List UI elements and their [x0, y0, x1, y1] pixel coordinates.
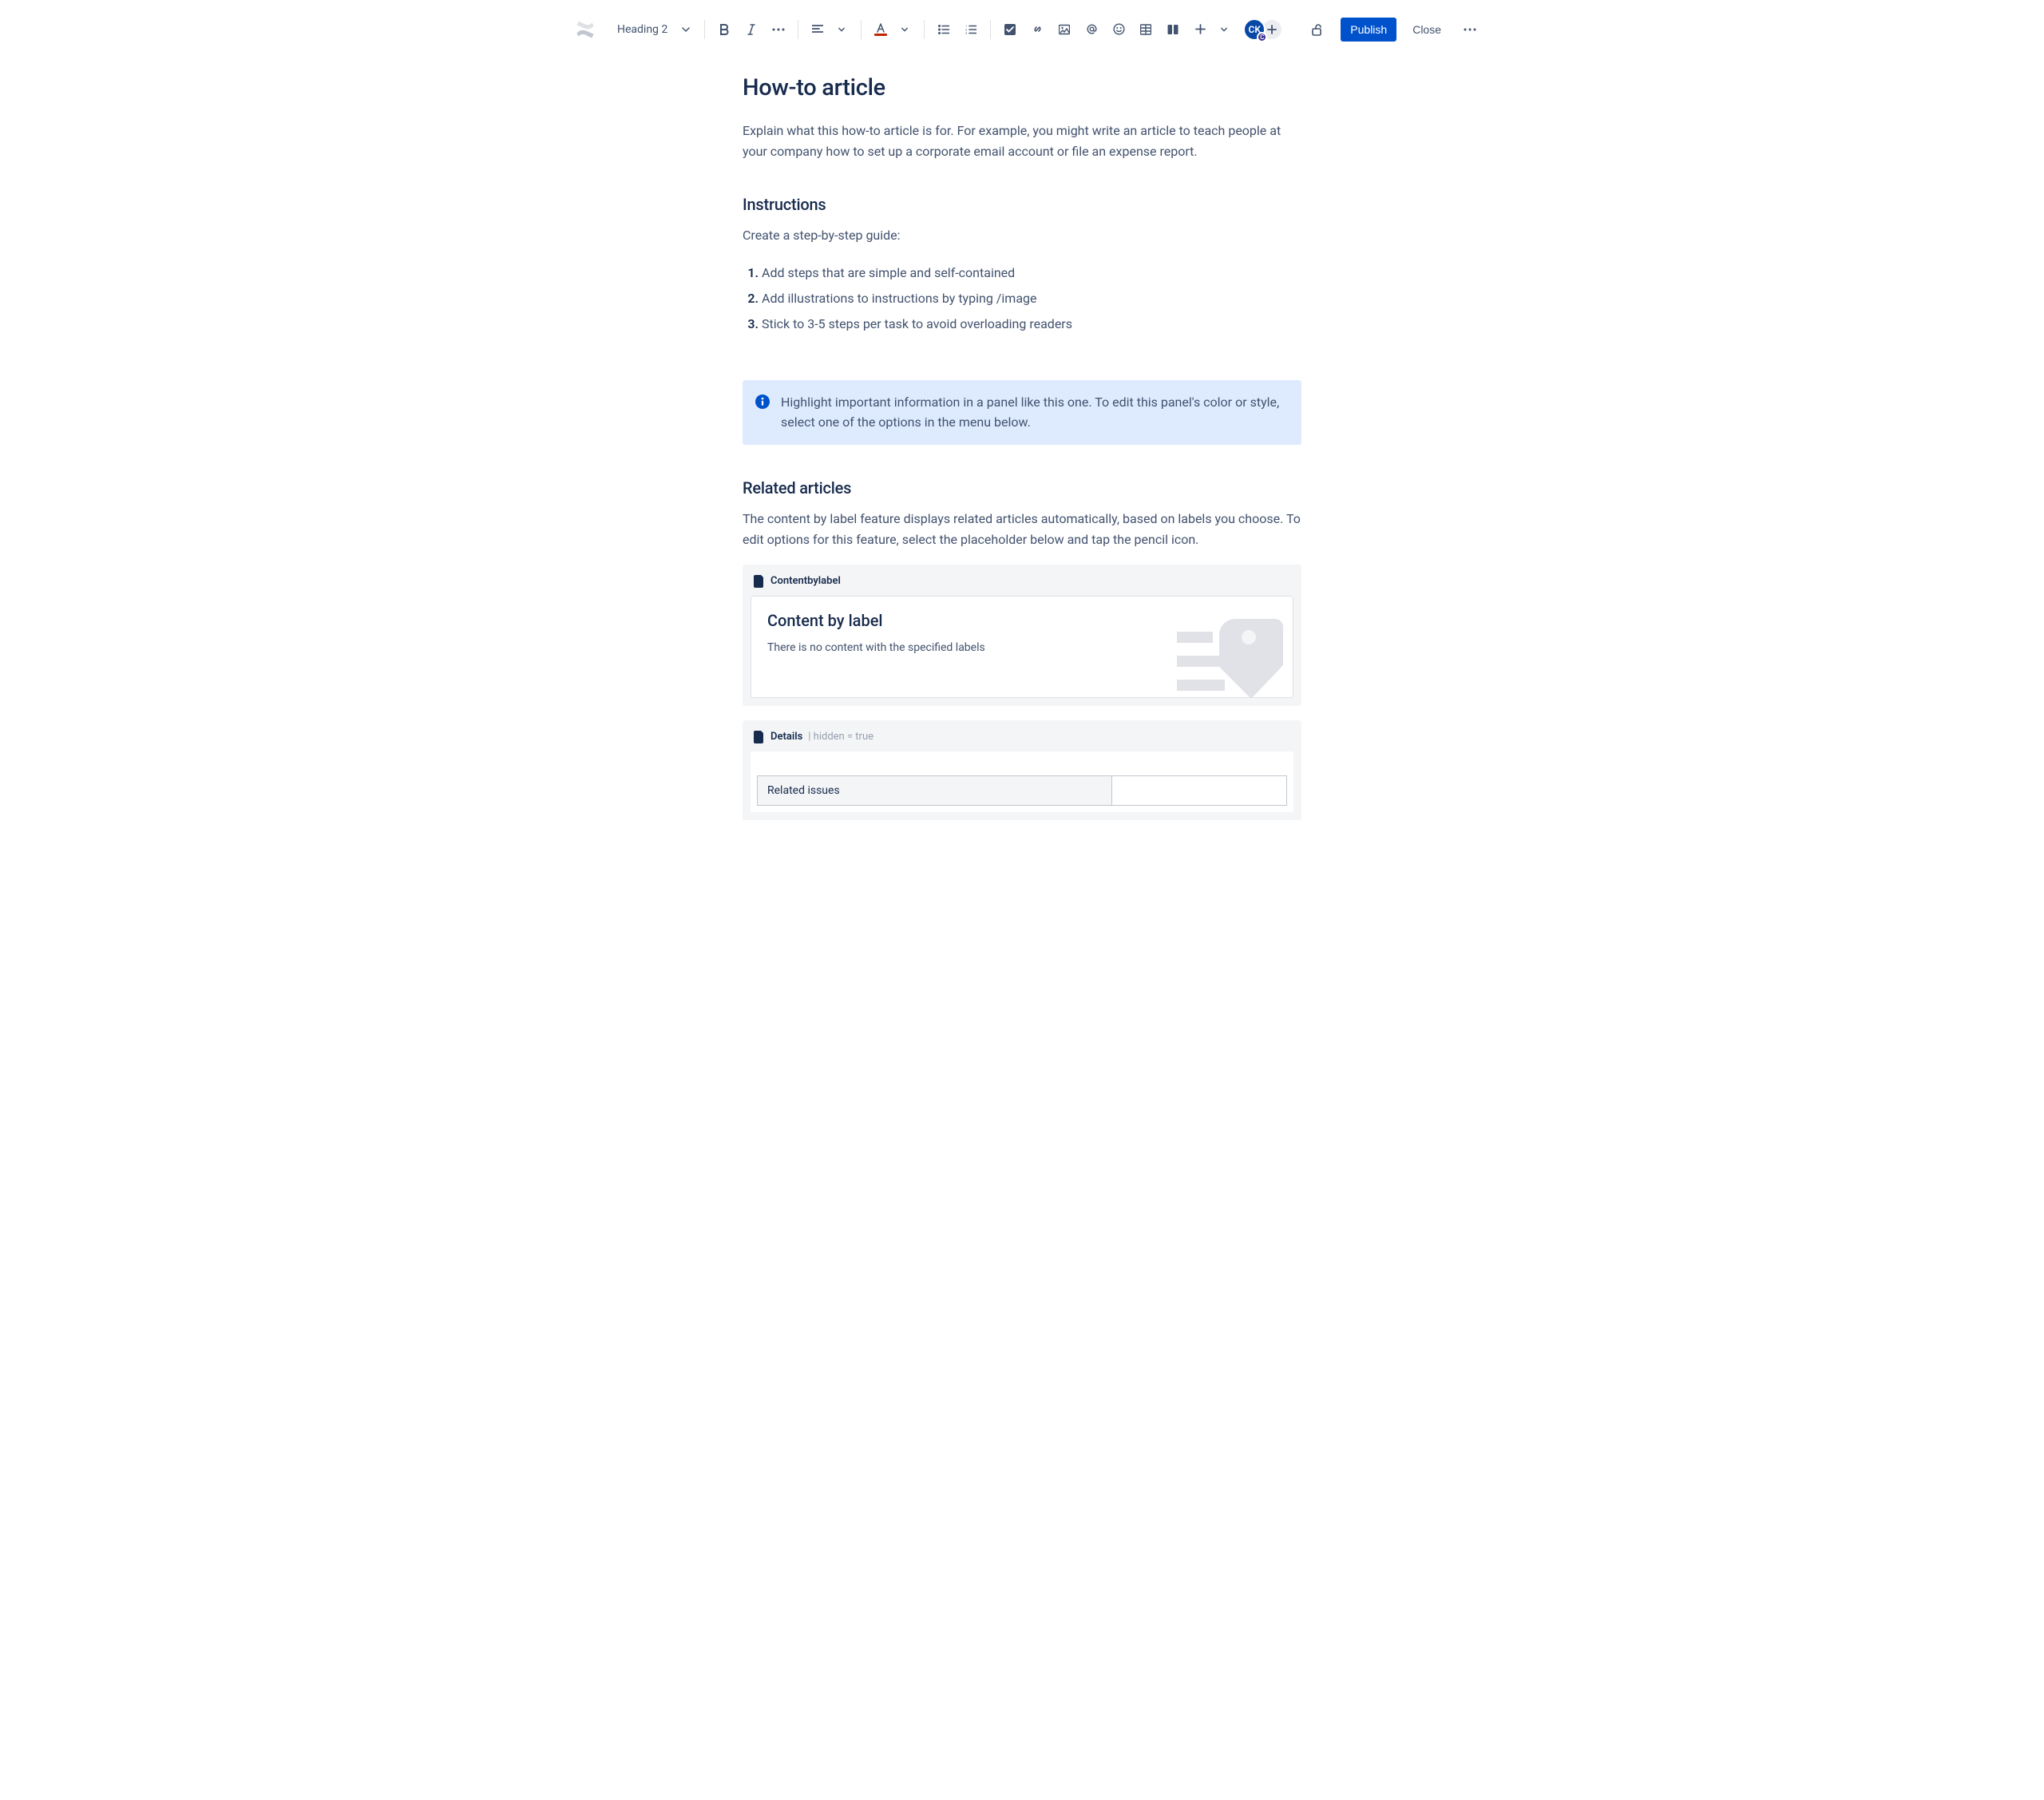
unlocked-icon	[1310, 23, 1323, 36]
intro-paragraph[interactable]: Explain what this how-to article is for.…	[743, 121, 1301, 161]
publish-button[interactable]: Publish	[1341, 18, 1396, 42]
close-button[interactable]: Close	[1403, 18, 1451, 42]
divider	[861, 20, 862, 39]
numbered-list-button[interactable]: 123	[958, 17, 984, 42]
table-button[interactable]	[1133, 17, 1159, 42]
layouts-icon	[1167, 24, 1178, 35]
image-button[interactable]	[1052, 17, 1077, 42]
macro-header: Contentbylabel	[751, 573, 1293, 596]
chevron-down-icon	[838, 26, 845, 33]
label-illustration	[1173, 609, 1293, 698]
avatar[interactable]: CK C	[1243, 18, 1266, 41]
restrictions-button[interactable]	[1304, 17, 1329, 42]
editor-content[interactable]: How-to article Explain what this how-to …	[743, 58, 1301, 882]
presence-avatars: CK C	[1243, 18, 1283, 41]
app-logo[interactable]	[561, 19, 609, 40]
instructions-heading[interactable]: Instructions	[743, 195, 1301, 214]
macro-body[interactable]: Content by label There is no content wit…	[751, 596, 1293, 698]
numbered-list-icon: 123	[965, 25, 976, 34]
confluence-icon	[575, 19, 596, 40]
text-style-select[interactable]: Heading 2	[609, 18, 698, 41]
info-panel-text[interactable]: Highlight important information in a pan…	[781, 393, 1289, 433]
table-row[interactable]: Related issues	[758, 775, 1287, 805]
divider	[704, 20, 705, 39]
related-heading[interactable]: Related articles	[743, 478, 1301, 498]
align-dropdown[interactable]	[829, 17, 854, 42]
align-button[interactable]	[805, 17, 830, 42]
chevron-down-icon	[682, 26, 690, 34]
page-title[interactable]: How-to article	[743, 74, 1301, 101]
text-color-dropdown[interactable]	[892, 17, 917, 42]
macro-name: Contentbylabel	[770, 575, 841, 587]
insert-dropdown[interactable]	[1211, 17, 1237, 42]
bullet-list-button[interactable]	[931, 17, 957, 42]
emoji-button[interactable]	[1106, 17, 1131, 42]
list-item[interactable]: Stick to 3-5 steps per task to avoid ove…	[762, 311, 1301, 337]
details-table[interactable]: Related issues	[757, 775, 1287, 806]
checkbox-icon	[1004, 24, 1016, 35]
svg-text:3: 3	[965, 31, 967, 34]
mention-button[interactable]	[1079, 17, 1104, 42]
divider	[990, 20, 991, 39]
macro-params: | hidden = true	[808, 731, 873, 743]
action-item-button[interactable]	[997, 17, 1023, 42]
document-icon	[754, 731, 765, 743]
at-icon	[1086, 23, 1098, 35]
macro-header: Details | hidden = true	[751, 728, 1293, 751]
link-button[interactable]	[1024, 17, 1050, 42]
plus-icon	[1195, 24, 1206, 34]
instructions-lead[interactable]: Create a step-by-step guide:	[743, 225, 1301, 246]
italic-button[interactable]	[739, 17, 764, 42]
insert-button[interactable]	[1187, 17, 1213, 42]
text-color-swatch	[874, 34, 887, 36]
info-icon	[755, 394, 770, 409]
plus-icon	[1267, 25, 1277, 34]
emoji-icon	[1113, 23, 1125, 35]
bold-button[interactable]	[711, 17, 737, 42]
macro-name: Details	[770, 731, 802, 743]
macro-body[interactable]: Related issues	[751, 751, 1293, 812]
text-color-icon	[876, 23, 885, 33]
content-by-label-macro[interactable]: Contentbylabel Content by label There is…	[743, 565, 1301, 706]
document-icon	[754, 575, 765, 588]
link-icon	[1032, 23, 1044, 35]
details-macro[interactable]: Details | hidden = true Related issues	[743, 720, 1301, 820]
steps-list[interactable]: Add steps that are simple and self-conta…	[743, 260, 1301, 337]
table-icon	[1140, 24, 1151, 35]
info-panel[interactable]: Highlight important information in a pan…	[743, 380, 1301, 446]
chevron-down-icon	[1221, 26, 1227, 33]
image-icon	[1059, 24, 1070, 35]
text-style-label: Heading 2	[617, 23, 667, 36]
chevron-down-icon	[901, 26, 908, 33]
avatar-badge: C	[1257, 32, 1267, 42]
table-cell[interactable]	[1112, 775, 1287, 805]
divider	[924, 20, 925, 39]
align-left-icon	[812, 25, 823, 34]
more-actions-button[interactable]	[1457, 17, 1483, 42]
bullet-list-icon	[938, 25, 949, 34]
editor-toolbar: Heading 2	[555, 0, 1489, 58]
list-item[interactable]: Add illustrations to instructions by typ…	[762, 286, 1301, 311]
layouts-button[interactable]	[1160, 17, 1186, 42]
italic-icon	[746, 24, 757, 35]
ellipsis-icon	[772, 28, 785, 31]
ellipsis-icon	[1464, 28, 1476, 31]
list-item[interactable]: Add steps that are simple and self-conta…	[762, 260, 1301, 286]
text-color-button[interactable]	[868, 17, 893, 42]
more-formatting-button[interactable]	[766, 17, 791, 42]
bold-icon	[719, 24, 730, 35]
table-header-cell[interactable]: Related issues	[758, 775, 1112, 805]
related-lead[interactable]: The content by label feature displays re…	[743, 509, 1301, 549]
